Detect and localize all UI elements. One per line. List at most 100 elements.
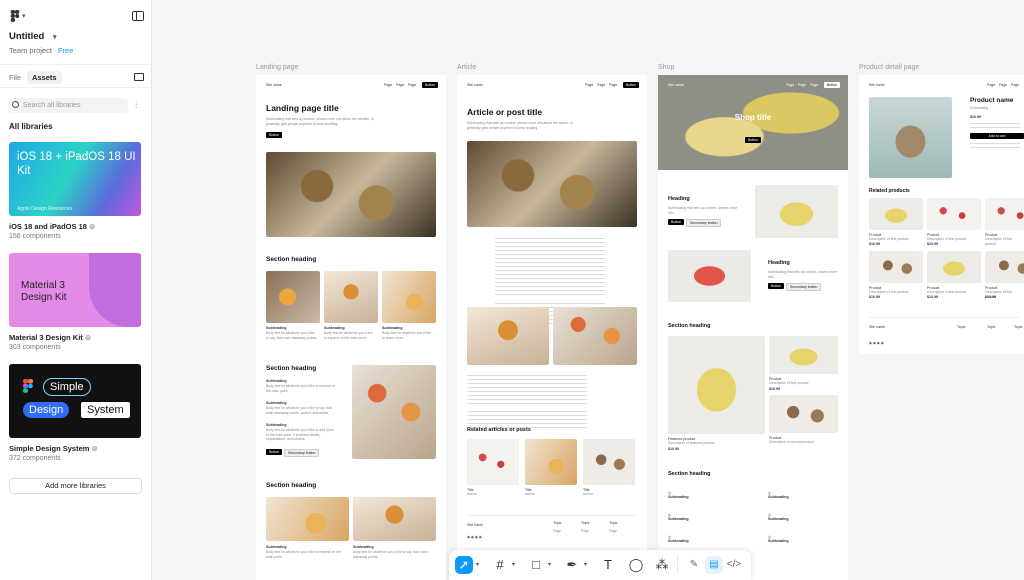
footer-topic: Topic <box>553 521 562 525</box>
thumbnail-tag: Apple Design Resources <box>17 206 73 212</box>
frame-tool-chevron-icon[interactable]: ▾ <box>512 561 515 568</box>
product-price: $10.99 <box>985 295 996 299</box>
pill-design: Design <box>23 402 70 418</box>
draw-mode-icon[interactable]: ✎ <box>685 556 703 574</box>
feature-item: ◎ Subheading <box>668 491 689 499</box>
product-description: Description of first product <box>927 237 967 241</box>
frame-label-product[interactable]: Product detail page <box>859 64 919 71</box>
nav-button[interactable]: Button <box>824 82 841 88</box>
list-title: Subheading <box>266 401 287 405</box>
secondary-button[interactable]: Secondary button <box>786 283 822 291</box>
frame-tool-icon[interactable]: # <box>491 556 509 574</box>
product-image <box>769 395 838 433</box>
pill-system: System <box>81 402 130 418</box>
social-icons[interactable]: ◉ ◉ ◉ ◉ <box>467 535 482 540</box>
file-title[interactable]: Untitled ▾ <box>9 31 57 42</box>
card-image <box>353 497 436 541</box>
actions-tool-icon[interactable]: ⁂ <box>653 556 671 574</box>
hero-button[interactable]: Button <box>266 132 283 138</box>
shape-tool-chevron-icon[interactable]: ▾ <box>548 561 551 568</box>
related-heading: Related products <box>869 188 910 194</box>
primary-button[interactable]: Button <box>266 449 283 455</box>
nav-link[interactable]: Page <box>1011 83 1019 87</box>
library-thumbnail[interactable]: iOS 18 + iPadOS 18 UI Kit Apple Design R… <box>9 142 141 216</box>
secondary-button[interactable]: Secondary button <box>686 219 722 227</box>
tab-file[interactable]: File <box>9 73 21 82</box>
shape-tool-icon[interactable]: □ <box>527 556 545 574</box>
nav-link[interactable]: Page <box>585 83 593 87</box>
move-tool-icon[interactable]: ➚ <box>455 556 473 574</box>
search-input[interactable]: Search all libraries <box>8 98 128 113</box>
footer-link[interactable]: Page <box>553 529 561 534</box>
design-mode-icon[interactable]: ▤ <box>705 556 723 574</box>
plan-badge[interactable]: Free <box>58 46 73 55</box>
product-price: $10.99 <box>769 387 780 391</box>
nav-link[interactable]: Page <box>798 83 806 87</box>
nav-link[interactable]: Page <box>609 83 617 87</box>
footer-link[interactable]: Page <box>581 529 589 534</box>
nav-link[interactable]: Page <box>987 83 995 87</box>
social-icons[interactable]: ◉ ◉ ◉ ◉ <box>869 341 884 346</box>
pen-tool-icon[interactable]: ✒ <box>563 556 581 574</box>
text-tool-icon[interactable]: T <box>599 556 617 574</box>
list-body: Body text for whatever you'd like to say… <box>266 406 333 415</box>
figma-logo-icon <box>23 379 33 393</box>
move-tool-chevron-icon[interactable]: ▾ <box>476 561 479 568</box>
search-placeholder: Search all libraries <box>23 102 81 109</box>
library-card-material[interactable]: Material 3 Design Kit Material 3 Design … <box>9 253 141 351</box>
related-image <box>467 439 519 485</box>
add-to-cart-button[interactable]: Add to cart <box>970 133 1024 139</box>
panel-toggle-icon[interactable] <box>132 11 144 21</box>
nav-link[interactable]: Page <box>408 83 416 87</box>
main-menu-chevron-icon[interactable]: ▾ <box>22 12 26 20</box>
comment-tool-icon[interactable]: ◯ <box>627 556 645 574</box>
nav-button[interactable]: Button <box>623 82 640 88</box>
dev-mode-icon[interactable]: </> <box>725 556 743 574</box>
nav-link[interactable]: Page <box>384 83 392 87</box>
filter-settings-icon[interactable]: ⫶ <box>135 100 137 111</box>
footer-link[interactable]: Page <box>609 529 617 534</box>
library-thumbnail[interactable]: Simple Design System <box>9 364 141 438</box>
nav-bar: Site name Page Page Page Button <box>668 82 841 91</box>
frame-article[interactable]: Site name Page Page Page Button Article … <box>457 75 647 580</box>
library-thumbnail[interactable]: Material 3 Design Kit <box>9 253 141 327</box>
frame-label-shop[interactable]: Shop <box>658 64 674 71</box>
frame-shop[interactable]: Site name Page Page Page Button Shop tit… <box>658 75 848 580</box>
library-book-icon[interactable] <box>134 73 144 81</box>
library-link-icon: ⊚ <box>84 333 92 342</box>
product-description: Description of first product <box>927 290 967 294</box>
library-card-ios[interactable]: iOS 18 + iPadOS 18 UI Kit Apple Design R… <box>9 142 141 240</box>
featured-description: Description of featured product <box>668 441 715 445</box>
nav-button[interactable]: Button <box>422 82 439 88</box>
pen-tool-chevron-icon[interactable]: ▾ <box>584 561 587 568</box>
frame-product-detail[interactable]: Site name Page Page Page Product name Su… <box>859 75 1024 354</box>
card-title: Subheading <box>382 326 403 330</box>
nav-link[interactable]: Page <box>810 83 818 87</box>
frame-landing-page[interactable]: Site name Page Page Page Button Landing … <box>256 75 446 580</box>
article-hero-image <box>467 141 637 227</box>
hero-button[interactable]: Button <box>745 137 762 143</box>
page-subtitle: Subheading that sets up context, shares … <box>266 117 375 126</box>
primary-button[interactable]: Button <box>768 283 785 289</box>
list-body: Body text for whatever you'd like to exp… <box>266 384 336 393</box>
nav-link[interactable]: Page <box>396 83 404 87</box>
library-name: Material 3 Design Kit ⊚ <box>9 333 92 342</box>
nav-link[interactable]: Page <box>999 83 1007 87</box>
tab-assets[interactable]: Assets <box>27 71 62 84</box>
related-author: Author <box>467 492 477 496</box>
library-card-simple[interactable]: Simple Design System Simple Design Syste… <box>9 364 141 462</box>
related-product-image <box>985 198 1024 230</box>
section-heading: Heading <box>768 260 790 266</box>
nav-link[interactable]: Page <box>597 83 605 87</box>
frame-label-landing[interactable]: Landing page <box>256 64 298 71</box>
add-more-libraries-button[interactable]: Add more libraries <box>9 478 142 494</box>
figma-logo-icon[interactable] <box>10 10 20 22</box>
product-description <box>970 123 1020 131</box>
file-title-chevron-icon[interactable]: ▾ <box>53 34 57 41</box>
feature-image <box>668 250 751 302</box>
frame-label-article[interactable]: Article <box>457 64 476 71</box>
pill-simple: Simple <box>43 378 91 396</box>
secondary-button[interactable]: Secondary button <box>284 449 320 457</box>
nav-link[interactable]: Page <box>786 83 794 87</box>
primary-button[interactable]: Button <box>668 219 685 225</box>
